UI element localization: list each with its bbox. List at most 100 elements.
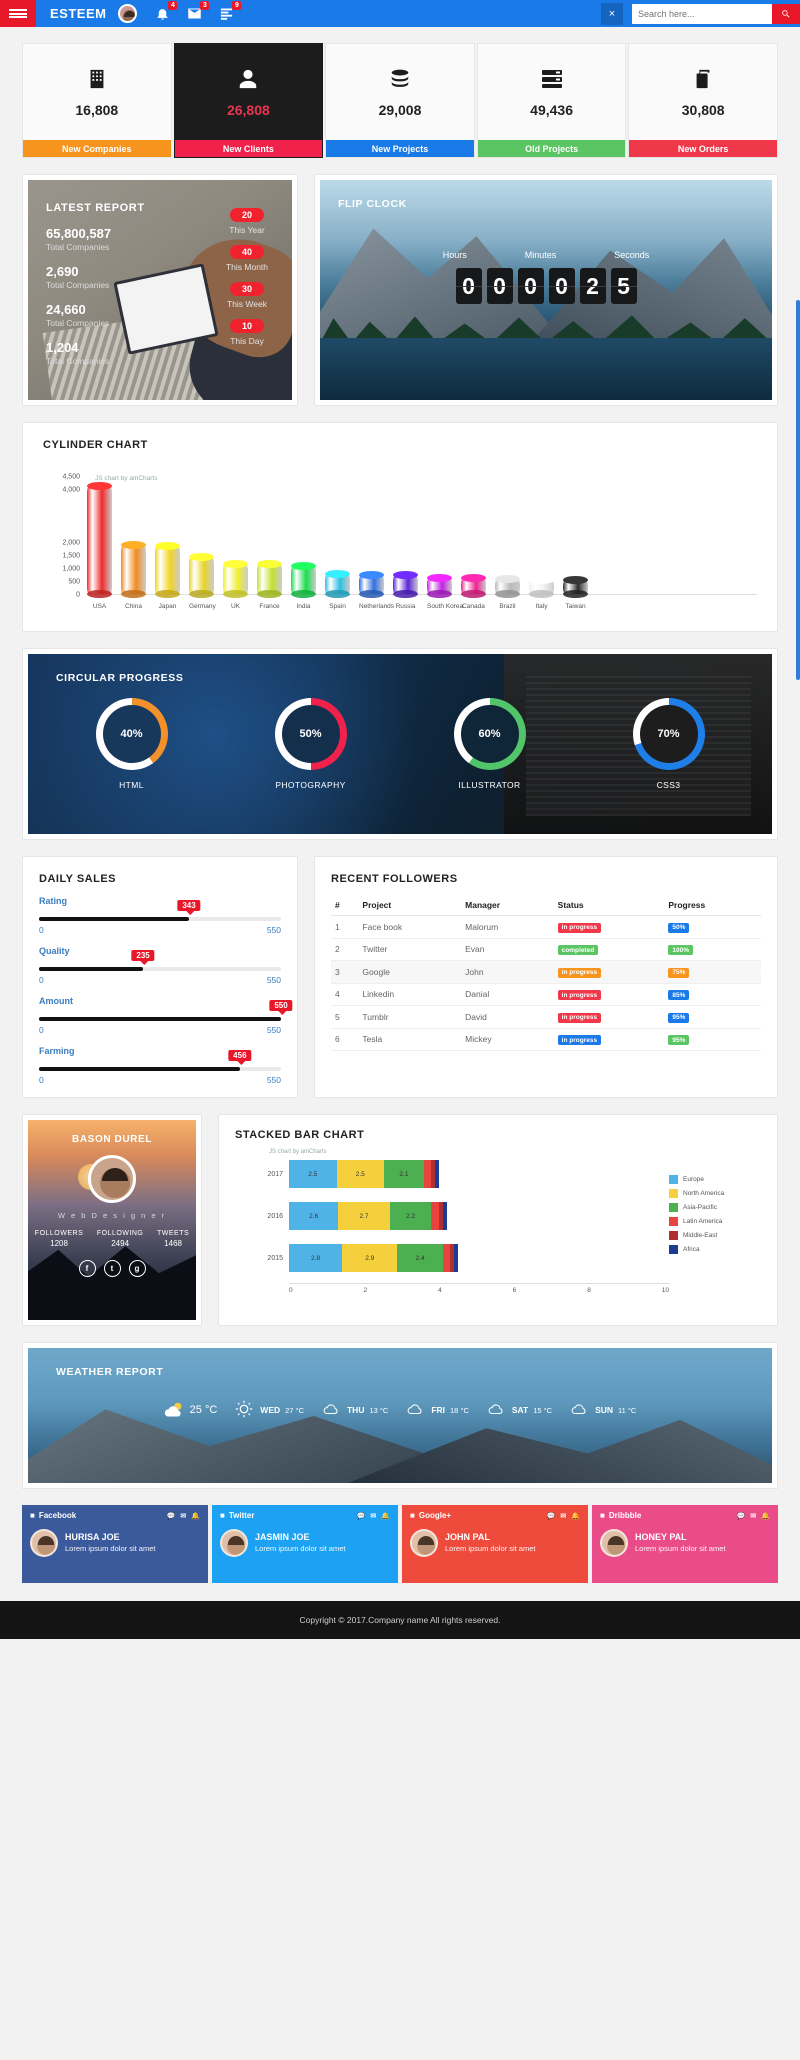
slider-fill <box>39 967 143 971</box>
legend-item[interactable]: Asia-Pacific <box>669 1203 761 1212</box>
cell-manager: David <box>461 1006 554 1029</box>
stacked-bar-row[interactable]: 20152.82.92.4 <box>261 1241 669 1275</box>
twitter-icon[interactable]: t <box>104 1260 121 1277</box>
facebook-icon[interactable]: f <box>79 1260 96 1277</box>
axis-tick: 500 <box>68 578 80 585</box>
table-row[interactable]: 3GoogleJohnin progress75% <box>331 961 761 984</box>
bar-segment: 2.5 <box>337 1160 385 1188</box>
legend-item[interactable]: Latin America <box>669 1217 761 1226</box>
stacked-bar-row[interactable]: 20172.52.52.1 <box>261 1157 669 1191</box>
tasks-badge: 9 <box>232 1 241 10</box>
table-row[interactable]: 1Face bookMalorumin progress50% <box>331 916 761 939</box>
social-card-facebook[interactable]: ■Facebook💬✉🔔HURISA JOELorem ipsum dolor … <box>22 1505 208 1583</box>
slider-track[interactable]: 456 <box>39 1067 281 1071</box>
cylinder-bar[interactable] <box>427 578 452 594</box>
cylinder-bar[interactable] <box>121 545 146 594</box>
slider-list: Rating3430550 Quality2350550 Amount5500550… <box>39 896 281 1085</box>
slider-track[interactable]: 343 <box>39 917 281 921</box>
messages-button[interactable]: 3 <box>187 6 203 22</box>
comment-icon[interactable]: 💬 <box>357 1512 366 1520</box>
cylinder-bar[interactable] <box>223 564 248 594</box>
bell-icon[interactable]: 🔔 <box>381 1512 390 1520</box>
slider-amount[interactable]: Amount5500550 <box>39 996 281 1035</box>
category-label: 2016 <box>261 1213 283 1220</box>
circular-progress-card: CIRCULAR PROGRESS 40%HTML50%PHOTOGRAPHY6… <box>22 648 778 840</box>
legend-item[interactable]: Africa <box>669 1245 761 1254</box>
report-badge: 30This Week <box>214 282 280 309</box>
stat-card-new-clients[interactable]: 26,808 New Clients <box>174 43 324 158</box>
stat-label[interactable]: New Orders <box>629 140 777 157</box>
avatar <box>600 1529 628 1557</box>
comment-icon[interactable]: 💬 <box>167 1512 176 1520</box>
page-scrollbar[interactable] <box>796 300 800 680</box>
mail-icon[interactable]: ✉ <box>750 1512 756 1520</box>
stat-card-new-orders[interactable]: 30,808 New Orders <box>628 43 778 158</box>
slider-rating[interactable]: Rating3430550 <box>39 896 281 935</box>
bell-icon[interactable]: 🔔 <box>761 1512 770 1520</box>
mail-icon[interactable]: ✉ <box>370 1512 376 1520</box>
menu-toggle-button[interactable] <box>0 0 36 27</box>
table-row[interactable]: 6TeslaMickeyin progress95% <box>331 1028 761 1051</box>
tasks-button[interactable]: 9 <box>219 6 235 22</box>
legend-label: Africa <box>683 1246 700 1253</box>
stat-label[interactable]: New Projects <box>326 140 474 157</box>
legend-label: Asia-Pacific <box>683 1204 717 1211</box>
cylinder-bar[interactable] <box>359 575 384 595</box>
slider-quality[interactable]: Quality2350550 <box>39 946 281 985</box>
user-avatar[interactable] <box>118 4 137 23</box>
weather-report-card: WEATHER REPORT 25 °C WED27 °C THU13 °C F… <box>22 1342 778 1489</box>
stat-label[interactable]: New Companies <box>23 140 171 157</box>
slider-fill <box>39 917 189 921</box>
mail-icon[interactable]: ✉ <box>560 1512 566 1520</box>
progress-badge: 85% <box>668 990 689 1000</box>
badge-value: 30 <box>230 282 264 296</box>
cylinder-bar[interactable] <box>495 579 520 594</box>
slider-track[interactable]: 550 <box>39 1017 281 1021</box>
search-input[interactable] <box>632 4 772 24</box>
notifications-button[interactable]: 4 <box>155 6 171 22</box>
social-card-googleplus[interactable]: ■Google+💬✉🔔JOHN PALLorem ipsum dolor sit… <box>402 1505 588 1583</box>
legend-item[interactable]: Middle-East <box>669 1231 761 1240</box>
cylinder-bar[interactable] <box>155 546 180 594</box>
cylinder-bar[interactable] <box>87 486 112 594</box>
messages-badge: 3 <box>200 1 209 10</box>
cylinder-bar[interactable] <box>529 580 554 594</box>
cylinder-bar[interactable] <box>563 580 588 594</box>
cylinder-bar[interactable] <box>393 575 418 594</box>
comment-icon[interactable]: 💬 <box>547 1512 556 1520</box>
report-clock-row: LATEST REPORT 65,800,587 Total Companies… <box>0 158 800 406</box>
bell-icon[interactable]: 🔔 <box>191 1512 200 1520</box>
axis-tick: 0 <box>76 592 80 599</box>
cell-manager: John <box>461 961 554 984</box>
profile-avatar[interactable] <box>88 1155 136 1203</box>
stat-label[interactable]: New Clients <box>175 140 323 157</box>
stacked-bar-row[interactable]: 20162.62.72.2 <box>261 1199 669 1233</box>
cylinder-chart-row: CYLINDER CHART 4,5004,0002,0001,5001,000… <box>0 406 800 632</box>
cylinder-bar[interactable] <box>461 578 486 594</box>
search-button[interactable] <box>772 4 800 24</box>
cylinder-bar[interactable] <box>291 566 316 594</box>
brand-logo[interactable]: ESTEEM <box>36 6 118 21</box>
stat-card-old-projects[interactable]: 49,436 Old Projects <box>477 43 627 158</box>
social-card-dribbble[interactable]: ■Dribbble💬✉🔔HONEY PALLorem ipsum dolor s… <box>592 1505 778 1583</box>
social-card-twitter[interactable]: ■Twitter💬✉🔔JASMIN JOELorem ipsum dolor s… <box>212 1505 398 1583</box>
comment-icon[interactable]: 💬 <box>737 1512 746 1520</box>
table-row[interactable]: 2TwitterEvancompleted100% <box>331 938 761 961</box>
bell-icon[interactable]: 🔔 <box>571 1512 580 1520</box>
stat-label[interactable]: Old Projects <box>478 140 626 157</box>
cylinder-bar[interactable] <box>189 557 214 594</box>
googleplus-icon[interactable]: g <box>129 1260 146 1277</box>
cylinder-bar[interactable] <box>257 564 282 594</box>
mail-icon[interactable]: ✉ <box>180 1512 186 1520</box>
close-icon[interactable]: × <box>601 3 623 25</box>
legend-item[interactable]: North America <box>669 1189 761 1198</box>
slider-track[interactable]: 235 <box>39 967 281 971</box>
stat-card-new-companies[interactable]: 16,808 New Companies <box>22 43 172 158</box>
weather-temp: 25 °C <box>190 1404 218 1416</box>
legend-item[interactable]: Europe <box>669 1175 761 1184</box>
table-row[interactable]: 4LinkedinDanialin progress85% <box>331 983 761 1006</box>
cylinder-bar[interactable] <box>325 574 350 594</box>
stat-card-new-projects[interactable]: 29,008 New Projects <box>325 43 475 158</box>
slider-farming[interactable]: Farming4560550 <box>39 1046 281 1085</box>
table-row[interactable]: 5TumblrDavidin progress95% <box>331 1006 761 1029</box>
